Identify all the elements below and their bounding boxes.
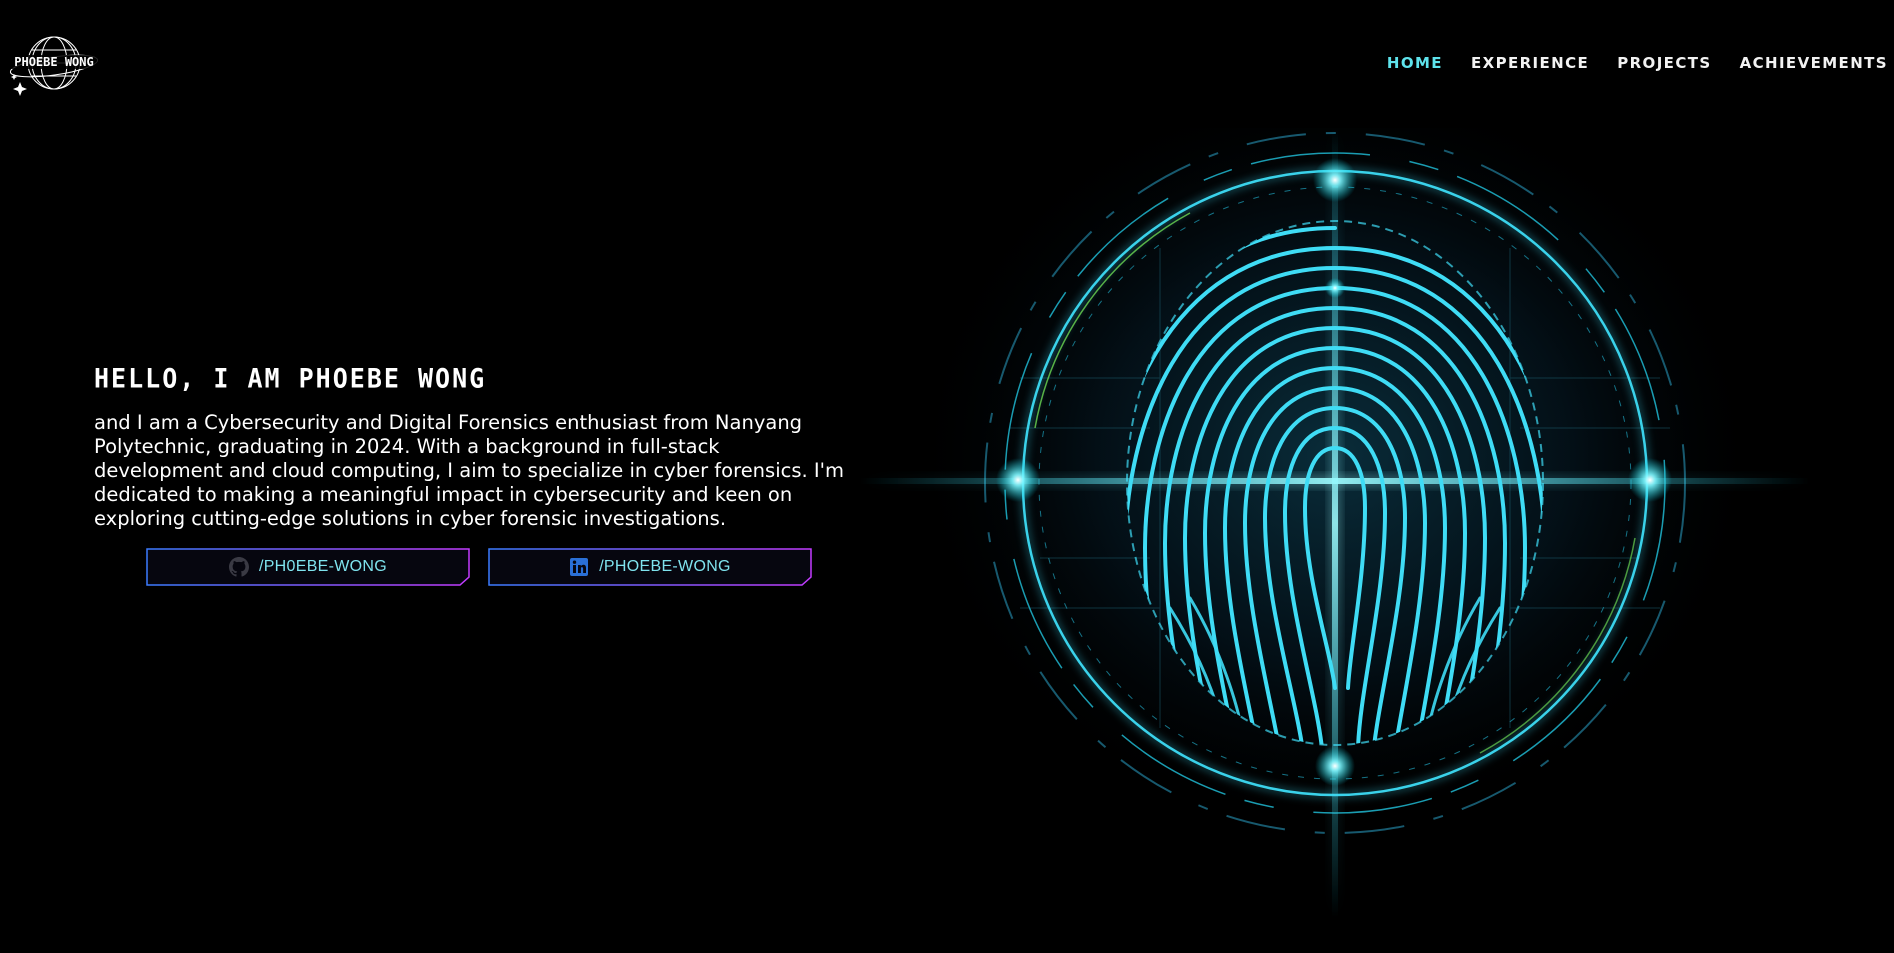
fingerprint-hero-image	[860, 98, 1810, 918]
github-button[interactable]: /PH0EBE-WONG	[146, 548, 470, 586]
social-links: /PH0EBE-WONG /PHOEBE-WONG	[146, 548, 812, 586]
site-logo[interactable]: PHOEBE WONG	[0, 30, 110, 100]
globe-logo-icon: PHOEBE WONG	[2, 36, 106, 96]
nav-home[interactable]: HOME	[1387, 54, 1443, 72]
main-nav: HOME EXPERIENCE PROJECTS ACHIEVEMENTS	[1387, 54, 1888, 72]
nav-projects[interactable]: PROJECTS	[1617, 54, 1711, 72]
logo-text: PHOEBE WONG	[14, 55, 93, 69]
linkedin-button[interactable]: /PHOEBE-WONG	[488, 548, 812, 586]
nav-experience[interactable]: EXPERIENCE	[1471, 54, 1589, 72]
hero-title: HELLO, I AM PHOEBE WONG	[94, 363, 487, 394]
hero-description: and I am a Cybersecurity and Digital For…	[94, 411, 845, 530]
page: PHOEBE WONG HOME EXPERIENCE PROJECTS ACH…	[0, 0, 1894, 953]
nav-achievements[interactable]: ACHIEVEMENTS	[1740, 54, 1888, 72]
github-label: /PH0EBE-WONG	[258, 558, 388, 575]
fingerprint-icon	[860, 98, 1810, 918]
linkedin-icon	[569, 557, 589, 577]
github-icon	[228, 557, 249, 577]
linkedin-label: /PHOEBE-WONG	[599, 558, 731, 575]
